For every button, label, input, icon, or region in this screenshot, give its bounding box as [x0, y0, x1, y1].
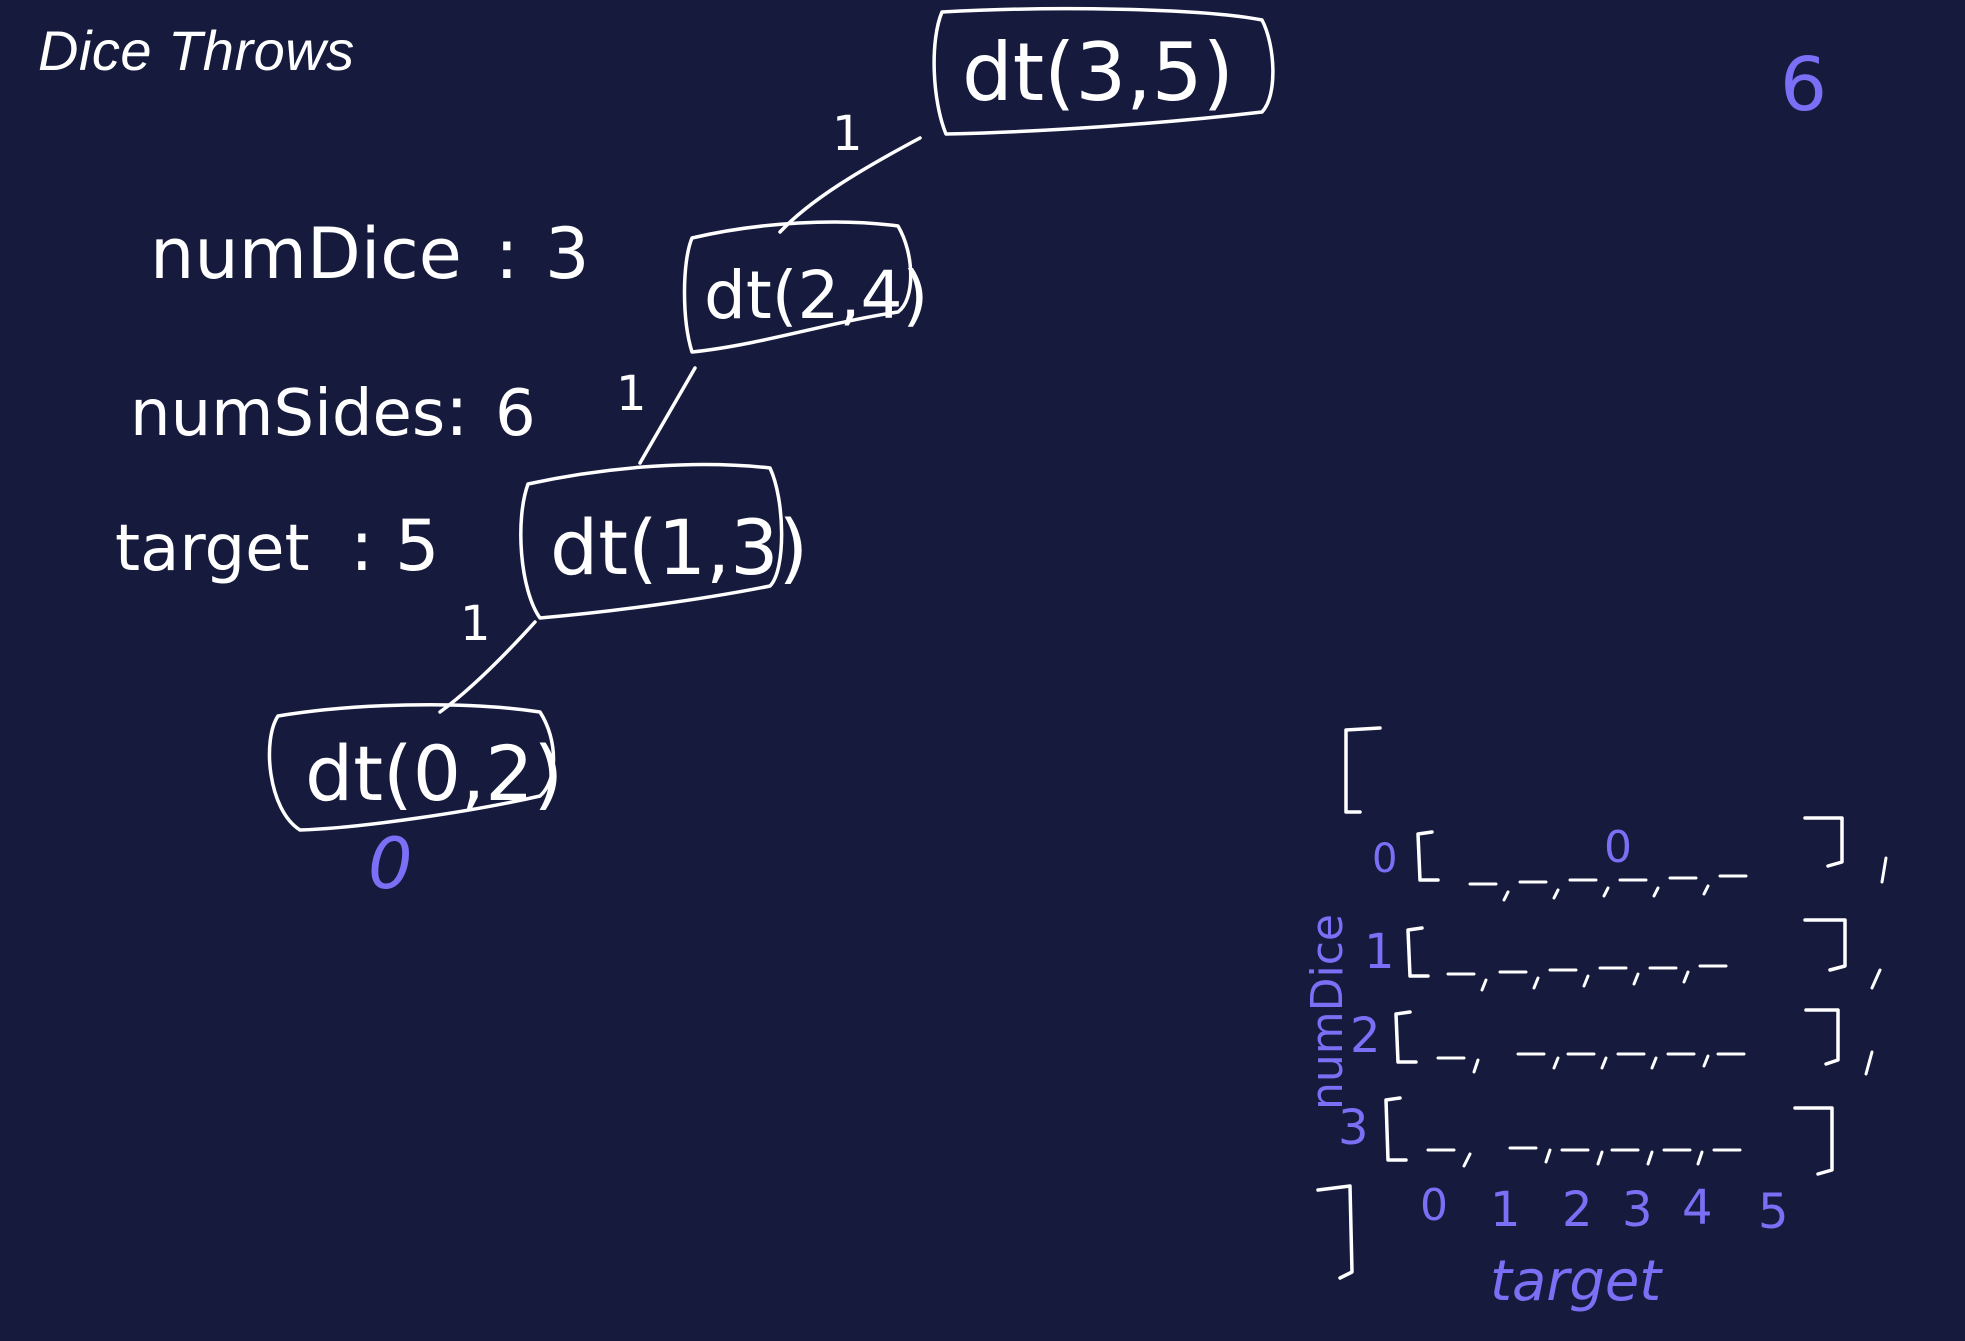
param-colon: :: [350, 505, 374, 587]
memo-known-cell-value: 0: [1604, 822, 1632, 873]
edge-label: 1: [616, 366, 647, 422]
edge-label: 1: [460, 596, 491, 652]
row-index: 2: [1350, 1008, 1381, 1064]
row-bracket-open: [1416, 830, 1440, 882]
col-axis-label: target: [1490, 1249, 1663, 1314]
row-bracket-close: [1803, 918, 1847, 972]
memo-row-0-cells: [1468, 856, 1888, 902]
tree-node-label: dt(0,2): [305, 729, 563, 818]
memo-cells: [1426, 856, 1888, 1168]
outer-bracket-open: [1344, 726, 1382, 814]
tree-node-label: dt(1,3): [550, 503, 808, 592]
outer-bracket-close: [1316, 1184, 1354, 1280]
row-bracket-close: [1804, 1008, 1840, 1066]
row-index: 0: [1372, 836, 1397, 882]
whiteboard-canvas: numDice : 3 numSides : 6 target : 5 dt(3…: [115, 6, 1888, 1314]
param-colon: :: [445, 370, 469, 452]
memo-row-2-cells: [1436, 1050, 1874, 1076]
col-index: 4: [1682, 1180, 1713, 1236]
param-colon: :: [495, 213, 519, 295]
param-value-numdice: 3: [545, 213, 590, 295]
param-label-numdice: numDice: [150, 213, 462, 295]
param-value-target: 5: [395, 505, 440, 587]
param-label-numsides: numSides: [130, 377, 445, 451]
memo-indices: 0 1 2 3 0 1 2 3 4 5 target numDice 0: [1302, 822, 1789, 1314]
memo-table: 0 1 2 3 0 1 2 3 4 5 target numDice 0: [1302, 726, 1888, 1314]
col-index: 0: [1420, 1180, 1448, 1231]
memo-row-3-cells: [1426, 1146, 1742, 1168]
param-label-target: target: [115, 512, 310, 586]
col-index: 2: [1562, 1182, 1593, 1238]
row-bracket-close: [1803, 816, 1844, 868]
base-case-result: 0: [368, 823, 413, 905]
memo-row-1-cells: [1446, 964, 1882, 992]
row-bracket-close: [1793, 1106, 1834, 1176]
row-index: 1: [1364, 924, 1395, 980]
row-bracket-open: [1406, 926, 1430, 978]
col-index: 1: [1490, 1182, 1521, 1238]
row-bracket-open: [1384, 1096, 1408, 1162]
tree-edge: [638, 366, 697, 465]
row-bracket-open: [1394, 1010, 1418, 1064]
params-panel: numDice : 3 numSides : 6 target : 5: [115, 213, 590, 587]
row-axis-label: numDice: [1302, 914, 1353, 1110]
param-value-numsides: 6: [495, 377, 536, 451]
tree-node-label: dt(3,5): [962, 26, 1234, 119]
edge-label: 1: [832, 106, 863, 162]
col-index: 3: [1622, 1182, 1653, 1238]
tree-node-label: dt(2,4): [704, 257, 928, 334]
total-result: 6: [1780, 42, 1827, 128]
col-index: 5: [1758, 1184, 1789, 1240]
